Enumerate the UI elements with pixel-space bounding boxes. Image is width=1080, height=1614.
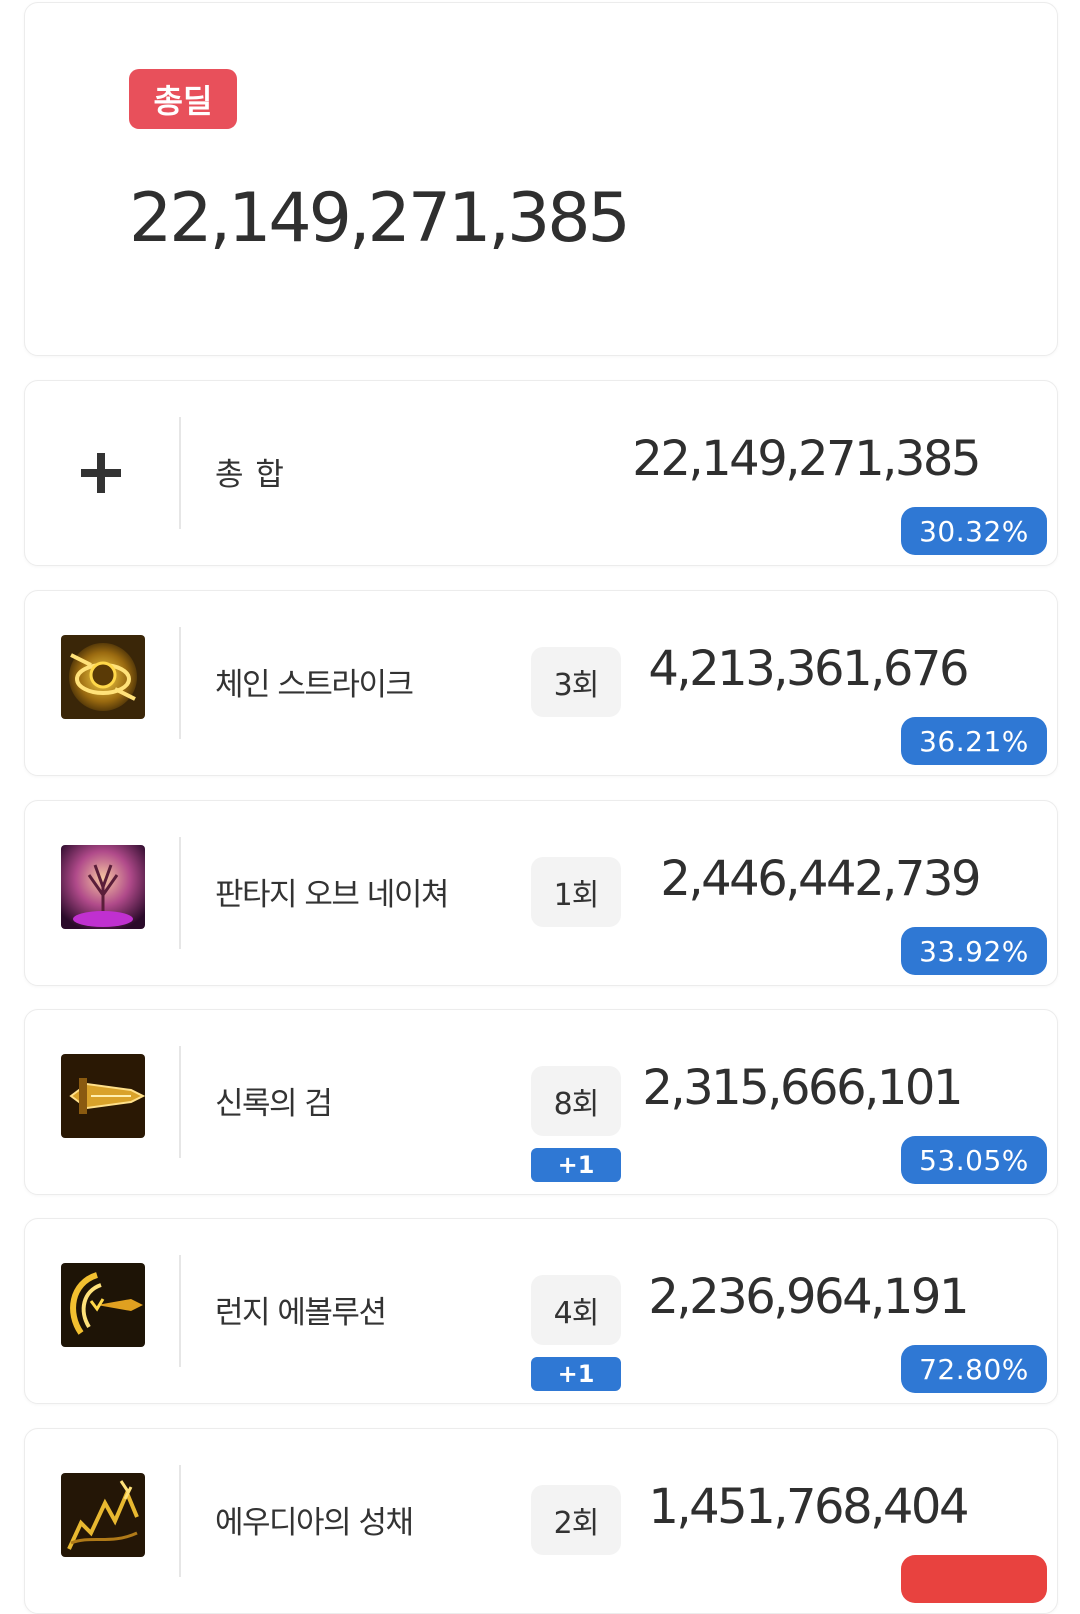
hit-count-pill: 1회: [531, 857, 621, 927]
damage-percent-badge: 30.32%: [901, 507, 1047, 555]
hit-count-pill: 4회: [531, 1275, 621, 1345]
plus-icon: [81, 453, 121, 493]
damage-percent-badge: 33.92%: [901, 927, 1047, 975]
total-damage-badge: 총딜: [129, 69, 237, 129]
eudia-citadel-icon: [61, 1473, 145, 1557]
damage-percent-badge: 36.21%: [901, 717, 1047, 765]
total-damage-value: 22,149,271,385: [129, 179, 631, 258]
total-damage-card: 총딜 22,149,271,385: [24, 2, 1058, 356]
skill-name: 에우디아의 성채: [215, 1505, 414, 1541]
hit-count-pill: 8회: [531, 1066, 621, 1136]
skill-damage: 2,236,964,191: [648, 1269, 969, 1325]
hit-count-pill: 3회: [531, 647, 621, 717]
row-divider: [179, 627, 181, 739]
row-divider: [179, 837, 181, 949]
damage-percent-badge: [901, 1555, 1047, 1603]
verdant-sword-icon: [61, 1054, 145, 1138]
skill-row[interactable]: 판타지 오브 네이쳐 1회 2,446,442,739 33.92%: [24, 800, 1058, 986]
row-divider: [179, 417, 181, 529]
skill-name: 총 합: [215, 457, 285, 493]
skill-damage: 1,451,768,404: [648, 1479, 969, 1535]
skill-name: 런지 에볼루션: [215, 1295, 387, 1331]
skill-name: 신록의 검: [215, 1086, 333, 1122]
skill-damage: 22,149,271,385: [632, 431, 981, 487]
extra-count-badge: +1: [531, 1357, 621, 1391]
skill-damage: 2,315,666,101: [642, 1060, 963, 1116]
skill-row[interactable]: 체인 스트라이크 3회 4,213,361,676 36.21%: [24, 590, 1058, 776]
skill-damage: 4,213,361,676: [648, 641, 969, 697]
row-divider: [179, 1046, 181, 1158]
row-divider: [179, 1465, 181, 1577]
fantasy-of-nature-icon: [61, 845, 145, 929]
extra-count-badge: +1: [531, 1148, 621, 1182]
skill-damage: 2,446,442,739: [660, 851, 981, 907]
skill-row[interactable]: 런지 에볼루션 4회 +1 2,236,964,191 72.80%: [24, 1218, 1058, 1404]
skill-row[interactable]: 에우디아의 성채 2회 1,451,768,404: [24, 1428, 1058, 1614]
skill-name: 체인 스트라이크: [215, 667, 414, 703]
damage-percent-badge: 53.05%: [901, 1136, 1047, 1184]
skill-row-sum[interactable]: 총 합 22,149,271,385 30.32%: [24, 380, 1058, 566]
hit-count-pill: 2회: [531, 1485, 621, 1555]
skill-name: 판타지 오브 네이쳐: [215, 877, 449, 913]
damage-percent-badge: 72.80%: [901, 1345, 1047, 1393]
chain-strike-icon: [61, 635, 145, 719]
row-divider: [179, 1255, 181, 1367]
lunge-evolution-icon: [61, 1263, 145, 1347]
skill-row[interactable]: 신록의 검 8회 +1 2,315,666,101 53.05%: [24, 1009, 1058, 1195]
